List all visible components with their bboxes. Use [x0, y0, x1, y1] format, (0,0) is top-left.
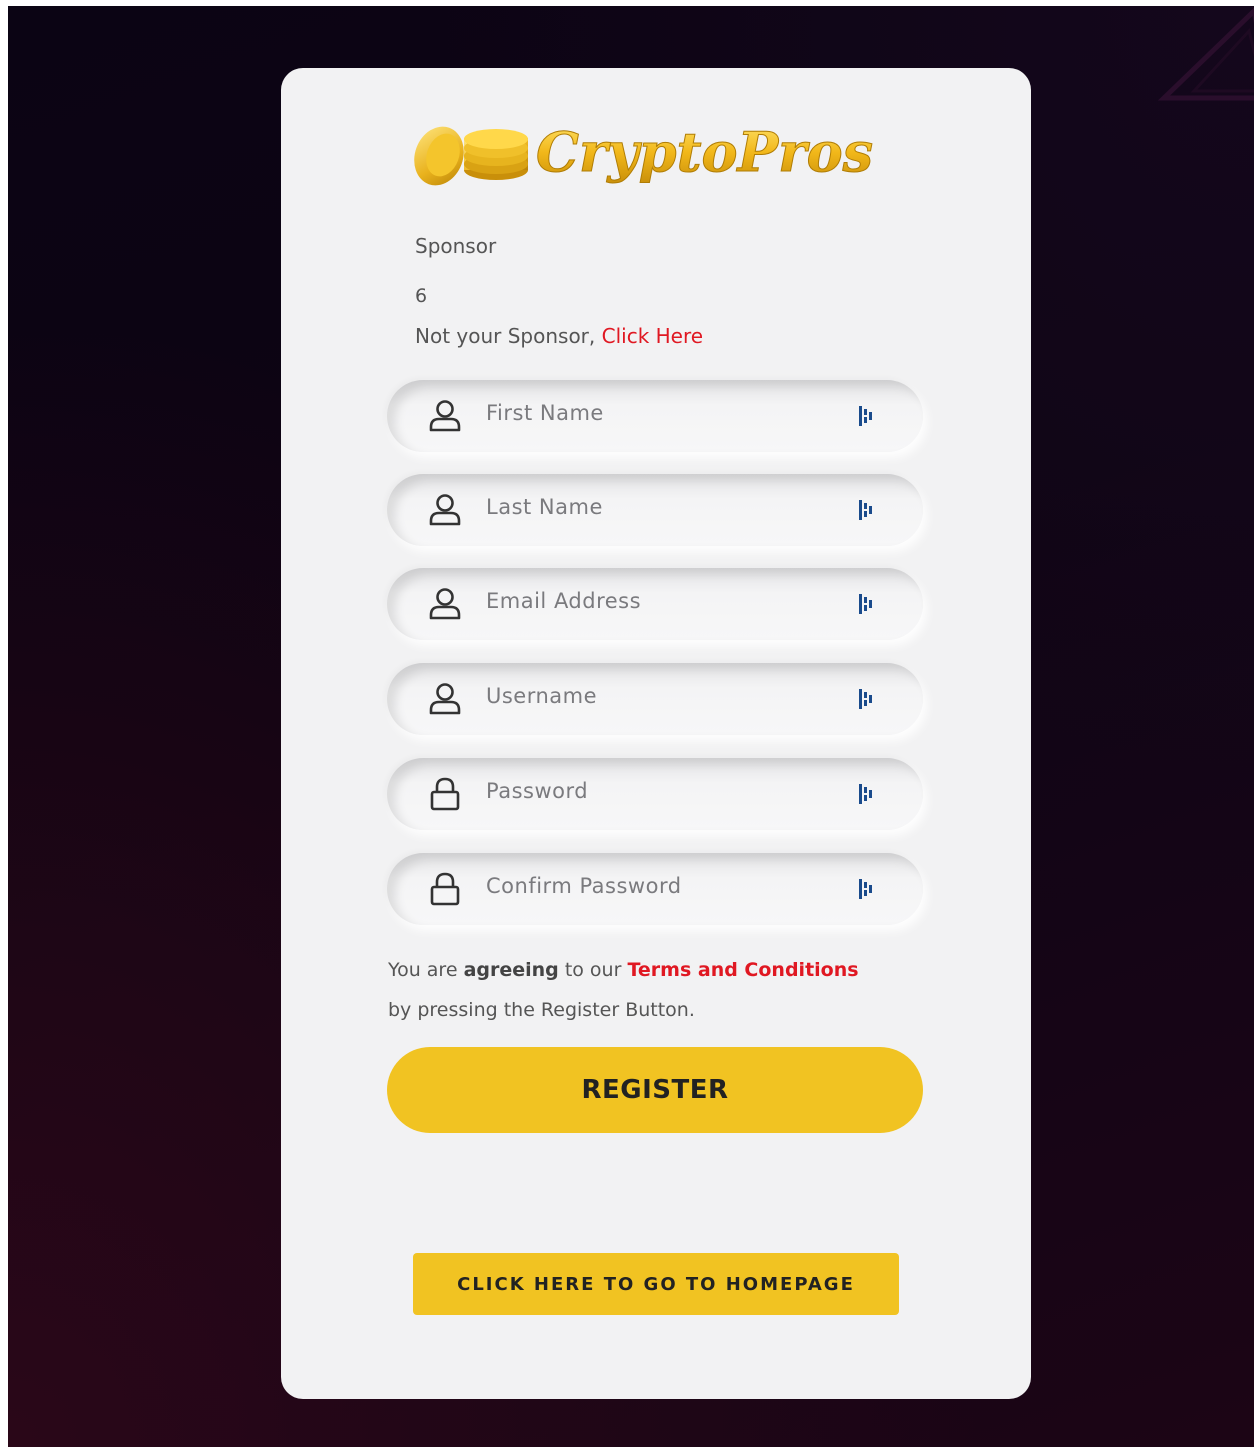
sponsor-value: 6: [415, 285, 428, 307]
password-manager-icon[interactable]: [857, 404, 881, 428]
last-name-placeholder: Last Name: [486, 495, 603, 519]
password-manager-icon[interactable]: [857, 782, 881, 806]
terms-link[interactable]: Terms and Conditions: [627, 959, 858, 981]
terms-bold: agreeing: [463, 959, 559, 981]
password-manager-icon[interactable]: [857, 687, 881, 711]
username-field[interactable]: Username: [387, 663, 923, 735]
change-sponsor-link[interactable]: Click Here: [602, 324, 703, 348]
username-placeholder: Username: [486, 684, 598, 708]
sponsor-note-text: Not your Sponsor,: [415, 324, 602, 348]
lock-icon: [425, 869, 465, 909]
confirm-password-placeholder: Confirm Password: [486, 874, 682, 898]
user-icon: [425, 396, 465, 436]
password-placeholder: Password: [486, 779, 589, 803]
email-placeholder: Email Address: [486, 589, 642, 613]
last-name-field[interactable]: Last Name: [387, 474, 923, 546]
first-name-field[interactable]: First Name: [387, 380, 923, 452]
password-field[interactable]: Password: [387, 758, 923, 830]
user-icon: [425, 679, 465, 719]
user-icon: [425, 490, 465, 530]
brand-logo: CryptoPros: [401, 108, 921, 198]
terms-text-1: You are: [388, 959, 464, 981]
first-name-placeholder: First Name: [486, 401, 604, 425]
terms-notice: You are agreeing to our Terms and Condit…: [388, 950, 948, 1030]
user-icon: [425, 584, 465, 624]
register-card: CryptoPros Sponsor 6 Not your Sponsor, C…: [281, 68, 1031, 1399]
password-manager-icon[interactable]: [857, 877, 881, 901]
logo-wordmark: CryptoPros: [536, 120, 873, 184]
password-manager-icon[interactable]: [857, 498, 881, 522]
homepage-button[interactable]: CLICK HERE TO GO TO HOMEPAGE: [413, 1253, 899, 1315]
sponsor-note: Not your Sponsor, Click Here: [415, 324, 703, 348]
confirm-password-field[interactable]: Confirm Password: [387, 853, 923, 925]
decorative-triangle-icon: [1157, 7, 1254, 101]
lock-icon: [425, 774, 465, 814]
cryptopros-logo-icon: CryptoPros: [414, 120, 874, 186]
terms-text-2: to our: [558, 959, 628, 981]
terms-text-3: by pressing the Register Button.: [388, 999, 695, 1021]
register-button[interactable]: REGISTER: [387, 1047, 923, 1133]
email-field[interactable]: Email Address: [387, 568, 923, 640]
password-manager-icon[interactable]: [857, 592, 881, 616]
sponsor-label: Sponsor: [415, 234, 497, 258]
